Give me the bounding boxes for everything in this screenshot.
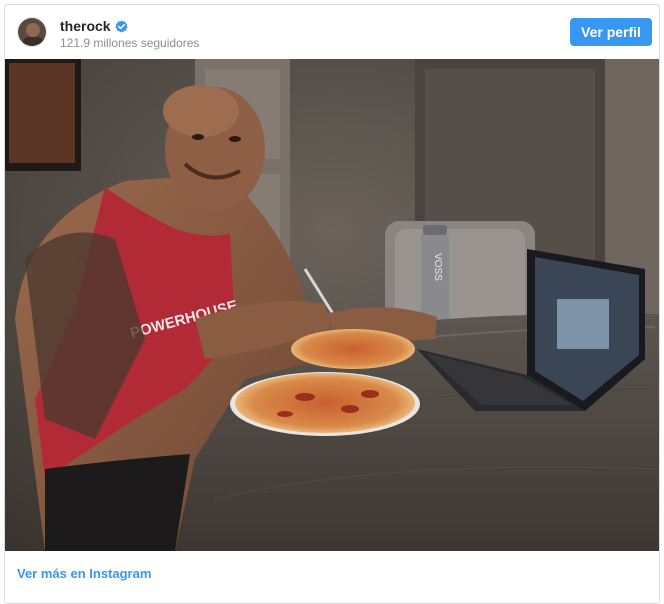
- view-profile-button[interactable]: Ver perfil: [570, 18, 652, 46]
- username-row: therock: [60, 17, 128, 35]
- bottle-label: VOSS: [432, 253, 443, 281]
- instagram-embed-card: therock 121.9 millones seguidores Ver pe…: [4, 4, 660, 604]
- verified-badge-icon: [114, 19, 128, 33]
- post-header: therock 121.9 millones seguidores Ver pe…: [5, 5, 659, 59]
- follower-count: 121.9 millones seguidores: [60, 36, 200, 50]
- avatar[interactable]: [17, 17, 47, 47]
- view-more-instagram-link[interactable]: Ver más en Instagram: [17, 566, 151, 581]
- post-photo[interactable]: VOSS POWERHOUSE: [5, 59, 659, 551]
- username[interactable]: therock: [60, 18, 111, 34]
